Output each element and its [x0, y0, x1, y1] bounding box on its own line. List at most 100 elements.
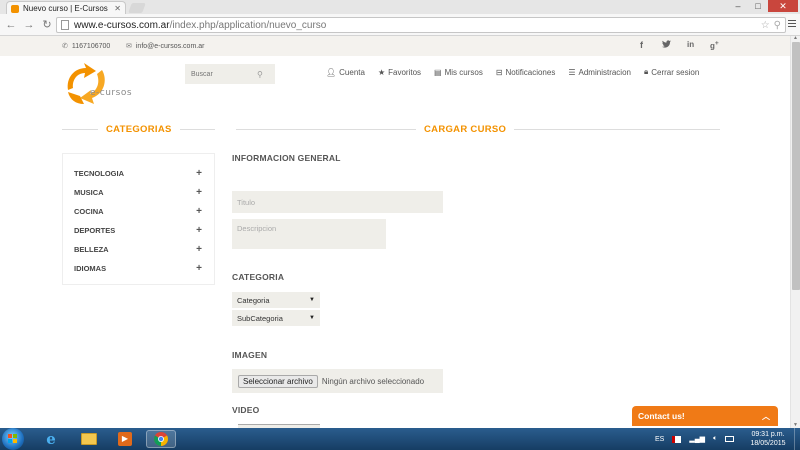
category-item-deportes[interactable]: DEPORTES + [63, 221, 214, 240]
show-desktop-button[interactable] [794, 428, 800, 450]
phone-number: 1167106700 [71, 42, 111, 50]
lock-icon: 🔒︎ [643, 67, 649, 76]
tab-title: Nuevo curso | E-Cursos [23, 4, 108, 13]
forward-arrow-icon[interactable]: → [22, 18, 36, 32]
page-icon [61, 20, 69, 30]
nav-cuenta[interactable]: 👤︎ Cuenta [326, 67, 365, 77]
scroll-up-arrow-icon[interactable]: ▲ [793, 35, 798, 41]
nav-notificaciones[interactable]: ⊟ Notificaciones [496, 67, 556, 77]
twitter-icon[interactable] [662, 40, 671, 50]
category-label: TECNOLOGIA [74, 169, 124, 178]
categoria-select[interactable]: Categoria ▼ [232, 292, 320, 308]
categoria-select-value: Categoria [237, 295, 270, 305]
clock-date: 18/05/2015 [750, 440, 786, 447]
extension-icon[interactable]: ⚲ [774, 20, 781, 31]
cargar-curso-heading: CARGAR CURSO [236, 124, 720, 135]
nav-administracion[interactable]: ☰ Administracion [568, 67, 631, 77]
category-item-belleza[interactable]: BELLEZA + [63, 240, 214, 259]
category-item-musica[interactable]: MUSICA + [63, 183, 214, 202]
expand-plus-icon[interactable]: + [196, 263, 202, 274]
heading-divider [62, 129, 98, 130]
search-icon[interactable]: ⚲ [257, 70, 263, 79]
browser-titlebar: Nuevo curso | E-Cursos ✕ – □ ✕ [0, 0, 800, 15]
categoria-heading: CATEGORIA [232, 272, 285, 282]
heading-divider [514, 129, 720, 130]
new-tab-button[interactable] [128, 3, 146, 13]
nav-favoritos[interactable]: ★ Favoritos [378, 67, 421, 77]
site-logo[interactable]: e-cursos [62, 60, 142, 110]
email-contact: ✉ info@e-cursos.com.ar [126, 42, 204, 51]
category-label: IDIOMAS [74, 264, 107, 273]
page-scrollbar[interactable]: ▲ ▼ [790, 35, 800, 428]
minimize-window-button[interactable]: – [728, 0, 748, 12]
windows-logo-icon [8, 434, 18, 444]
flag-icon[interactable] [672, 435, 682, 443]
nav-favoritos-label: Favoritos [388, 67, 422, 77]
close-tab-icon[interactable]: ✕ [114, 4, 121, 13]
clock-time: 09:31 p.m. [751, 431, 785, 438]
nav-mis-cursos[interactable]: ▤ Mis cursos [434, 67, 483, 77]
phone-contact: ✆ 1167106700 [62, 42, 111, 51]
volume-icon[interactable]: 🔈︎ [713, 435, 717, 443]
chrome-taskbar-icon[interactable] [146, 430, 176, 448]
browser-tab[interactable]: Nuevo curso | E-Cursos ✕ [6, 1, 126, 15]
descripcion-textarea[interactable]: Descripcion [232, 219, 386, 249]
categorias-title: CATEGORIAS [106, 124, 172, 135]
facebook-icon[interactable]: f [640, 40, 643, 50]
video-heading: VIDEO [232, 405, 260, 415]
dropdown-arrow-icon: ▼ [309, 297, 315, 303]
expand-plus-icon[interactable]: + [196, 168, 202, 179]
category-label: DEPORTES [74, 226, 116, 235]
media-player-icon[interactable]: ▶ [110, 430, 140, 448]
battery-icon[interactable] [725, 436, 735, 442]
expand-plus-icon[interactable]: + [196, 225, 202, 236]
back-arrow-icon[interactable]: ← [4, 18, 18, 32]
image-file-input: Seleccionar archivo Ningún archivo selec… [232, 369, 443, 393]
inbox-icon: ⊟ [495, 67, 503, 77]
url-path: /index.php/application/nuevo_curso [169, 19, 327, 31]
expand-plus-icon[interactable]: + [196, 187, 202, 198]
contact-us-widget[interactable]: Contact us! ︿ [632, 406, 778, 426]
nav-mis-cursos-label: Mis cursos [444, 67, 483, 77]
contact-us-label: Contact us! [638, 411, 685, 421]
bookmark-star-icon[interactable]: ☆ [761, 20, 770, 31]
address-bar[interactable]: www.e-cursos.com.ar/index.php/applicatio… [56, 17, 786, 33]
internet-explorer-icon[interactable]: e [36, 430, 66, 448]
site-favicon-icon [11, 4, 19, 13]
main-nav: 👤︎ Cuenta ★ Favoritos ▤ Mis cursos ⊟ Not… [326, 67, 699, 77]
category-item-tecnologia[interactable]: TECNOLOGIA + [63, 164, 214, 183]
titulo-input[interactable]: Titulo [232, 191, 443, 213]
category-item-idiomas[interactable]: IDIOMAS + [63, 259, 214, 278]
scrollbar-thumb[interactable] [792, 42, 800, 290]
select-file-button[interactable]: Seleccionar archivo [238, 374, 318, 388]
expand-plus-icon[interactable]: + [196, 244, 202, 255]
heading-divider [236, 129, 416, 130]
cargar-curso-title: CARGAR CURSO [424, 124, 507, 135]
category-item-cocina[interactable]: COCINA + [63, 202, 214, 221]
category-label: COCINA [74, 207, 104, 216]
expand-plus-icon[interactable]: + [196, 206, 202, 217]
language-indicator[interactable]: ES [655, 436, 664, 443]
subcategoria-select[interactable]: SubCategoria ▼ [232, 310, 320, 326]
descripcion-placeholder: Descripcion [237, 224, 277, 233]
nav-cerrar-sesion[interactable]: 🔒︎ Cerrar sesion [644, 67, 699, 77]
linkedin-icon[interactable]: in [687, 40, 694, 49]
category-label: MUSICA [74, 188, 104, 197]
taskbar-clock[interactable]: 09:31 p.m. 18/05/2015 [745, 430, 791, 448]
reload-icon[interactable]: ↻ [40, 18, 54, 32]
chevron-up-icon[interactable]: ︿ [762, 411, 770, 422]
heading-divider [179, 129, 215, 130]
search-input[interactable] [191, 70, 257, 78]
google-plus-icon[interactable]: g+ [710, 40, 719, 51]
browser-menu-icon[interactable] [788, 20, 796, 28]
file-explorer-icon[interactable] [74, 430, 104, 448]
site-topbar: ✆ 1167106700 ✉ info@e-cursos.com.ar f in… [0, 36, 790, 56]
start-button[interactable] [2, 428, 24, 450]
file-status-text: Ningún archivo seleccionado [321, 376, 425, 386]
maximize-window-button[interactable]: □ [748, 0, 768, 12]
brand-name: e-cursos [90, 88, 133, 98]
close-window-button[interactable]: ✕ [768, 0, 798, 12]
browser-toolbar: ← → ↻ www.e-cursos.com.ar/index.php/appl… [0, 14, 800, 36]
network-icon[interactable]: ▂▄▆ [689, 435, 705, 443]
phone-icon: ✆ [62, 43, 68, 50]
